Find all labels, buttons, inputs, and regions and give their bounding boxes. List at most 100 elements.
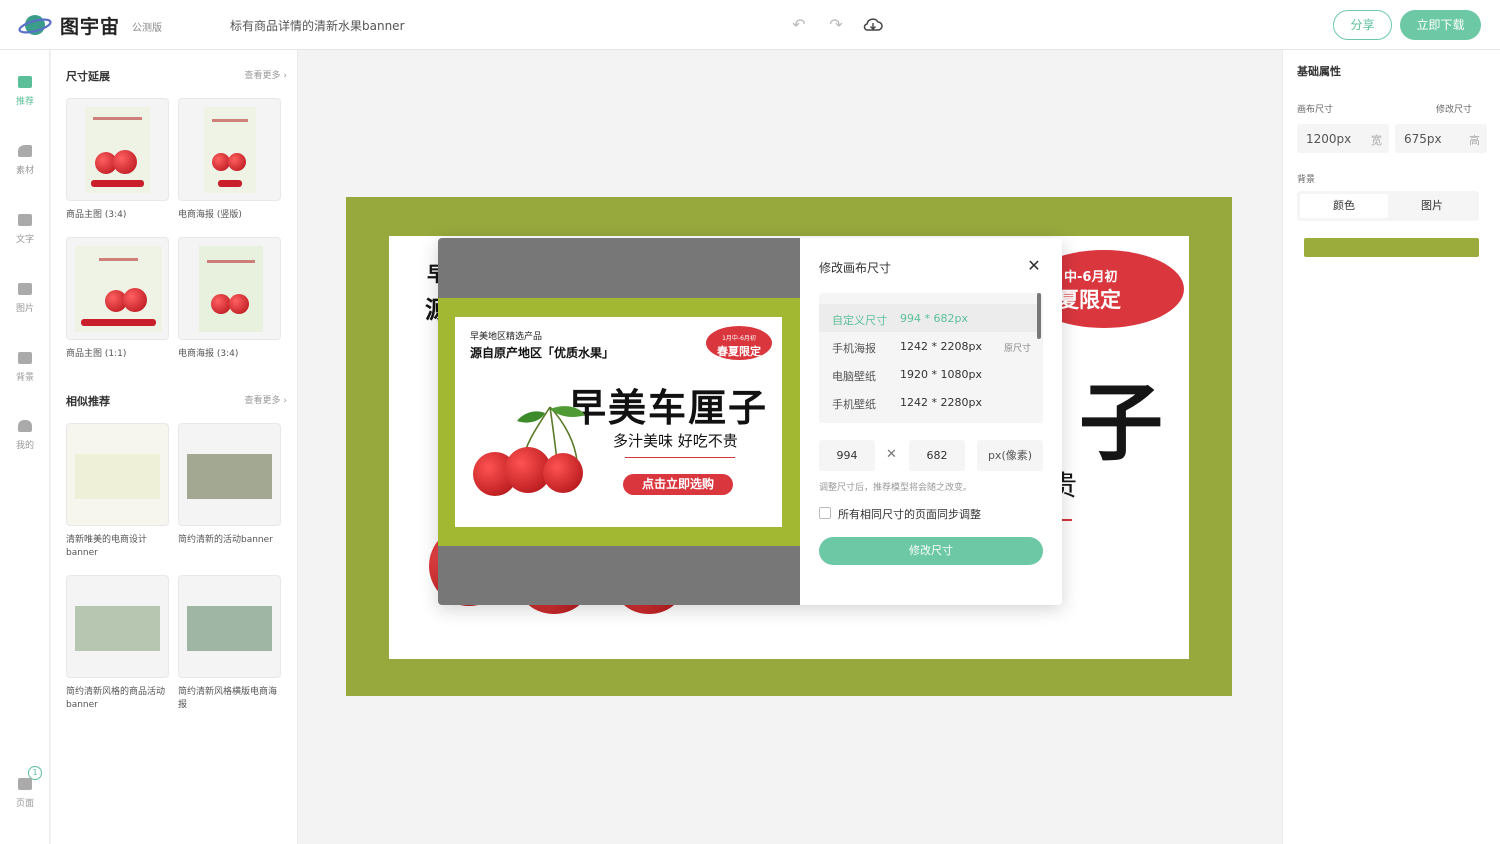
canvas-height-field[interactable]: 675px 高 (1395, 124, 1487, 153)
download-button[interactable]: 立即下载 (1400, 10, 1481, 40)
unit-select[interactable]: px(像素) (977, 440, 1043, 471)
more-link-label: 查看更多 (244, 396, 281, 406)
card-label: 清新唯美的电商设计banner (66, 535, 148, 558)
canvas-badge-line1: 中-6月初 (1064, 270, 1118, 285)
bg-tab-image[interactable]: 图片 (1388, 194, 1476, 218)
banner-preview (187, 454, 272, 499)
preset-name: 手机海报 (832, 342, 876, 355)
size-preset-list: 自定义尺寸 994 * 682px 手机海报 1242 * 2208px 原尺寸… (819, 293, 1043, 423)
rail-item-materials[interactable]: 素材 (0, 145, 50, 176)
recommend-icon (18, 76, 32, 88)
size-extend-more-link[interactable]: 查看更多 › (245, 68, 287, 81)
template-card[interactable]: 商品主图 (1:1) (66, 237, 169, 361)
card-label: 商品主图 (1:1) (66, 349, 127, 359)
template-thumbnail (66, 237, 169, 340)
user-icon (18, 420, 32, 432)
template-card[interactable]: 简约清新的活动banner (178, 423, 281, 547)
share-button[interactable]: 分享 (1333, 10, 1392, 40)
undo-icon[interactable]: ↶ (788, 14, 810, 36)
template-card[interactable]: 电商海报 (竖版) (178, 98, 281, 222)
canvas-width-field[interactable]: 1200px 宽 (1297, 124, 1389, 153)
template-card[interactable]: 简约清新风格的商品活动banner (66, 575, 169, 712)
preview-headline: 早美车厘子 (568, 386, 769, 430)
size-extend-title: 尺寸延展 (66, 70, 110, 83)
rail-item-mine[interactable]: 我的 (0, 420, 50, 451)
canvas-text-fragment: 子 (1079, 374, 1164, 472)
background-type-toggle: 颜色 图片 (1297, 191, 1479, 221)
preset-custom[interactable]: 自定义尺寸 994 * 682px (819, 304, 1037, 332)
rail-label: 图片 (15, 304, 34, 314)
height-input[interactable]: 682 (909, 440, 965, 471)
template-card[interactable]: 电商海报 (3:4) (178, 237, 281, 361)
original-size-tag: 原尺寸 (1003, 344, 1031, 354)
card-label: 简约清新的活动banner (178, 535, 273, 545)
modify-size-button[interactable]: 修改尺寸 (819, 537, 1043, 565)
preset-name: 手机壁纸 (832, 398, 876, 411)
preset-name: 自定义尺寸 (832, 314, 887, 327)
preset-list-scrollbar[interactable] (1037, 293, 1041, 339)
card-label: 电商海报 (3:4) (178, 349, 239, 359)
banner-preview (75, 454, 160, 499)
poster-footer-bar (81, 319, 156, 326)
preset-desktop-wallpaper[interactable]: 电脑壁纸 1920 * 1080px (819, 360, 1037, 388)
redo-icon[interactable]: ↷ (825, 14, 847, 36)
planet-logo-icon[interactable] (18, 11, 52, 39)
poster-title-bar (212, 119, 248, 122)
rail-item-recommend[interactable]: 推荐 (0, 76, 50, 107)
resize-canvas-dialog: 早美地区精选产品 源自原产地区「优质水果」 1月中-6月初 春夏限定 早美车厘子… (438, 238, 1062, 605)
template-card[interactable]: 清新唯美的电商设计banner (66, 423, 169, 560)
rail-label: 我的 (15, 441, 34, 451)
close-icon[interactable]: ✕ (1026, 258, 1042, 274)
rail-item-text[interactable]: 文字 (0, 214, 50, 245)
modify-size-link[interactable]: 修改尺寸 (1436, 102, 1472, 115)
cloud-save-icon[interactable] (862, 14, 884, 36)
preview-banner: 早美地区精选产品 源自原产地区「优质水果」 1月中-6月初 春夏限定 早美车厘子… (455, 317, 782, 527)
preset-size: 1242 * 2208px (900, 340, 982, 353)
image-icon (18, 283, 32, 295)
card-label: 简约清新风格的商品活动banner (66, 687, 166, 710)
bg-tab-color[interactable]: 颜色 (1300, 194, 1388, 218)
cherry-graphic (113, 150, 137, 174)
template-card[interactable]: 简约清新风格横版电商海报 (178, 575, 281, 712)
dialog-title: 修改画布尺寸 (819, 261, 892, 275)
width-unit: 宽 (1371, 134, 1382, 147)
template-card[interactable]: 商品主图 (3:4) (66, 98, 169, 222)
cherry-graphic (228, 153, 246, 171)
card-label: 商品主图 (3:4) (66, 210, 127, 220)
sync-checkbox-label[interactable]: 所有相同尺寸的页面同步调整 (838, 506, 981, 522)
banner-preview (187, 606, 272, 651)
pages-icon (18, 778, 32, 790)
times-icon: ✕ (886, 447, 897, 462)
preset-size: 994 * 682px (900, 312, 968, 325)
props-title: 基础属性 (1297, 65, 1341, 78)
preview-cta-button: 点击立即选购 (623, 474, 733, 495)
template-thumbnail (66, 423, 169, 526)
template-panel: 尺寸延展 查看更多 › 商品主图 (3:4) 电商海报 (竖版) 商品主图 (1… (51, 50, 298, 844)
top-bar: 图宇宙 公测版 标有商品详情的清新水果banner ↶ ↷ 分享 立即下载 (0, 0, 1500, 50)
preset-name: 电脑壁纸 (832, 370, 876, 383)
width-input[interactable]: 994 (819, 440, 875, 471)
properties-panel: 基础属性 画布尺寸 修改尺寸 1200px 宽 675px 高 背景 颜色 图片 (1282, 50, 1500, 844)
poster-title-bar (207, 260, 255, 263)
preview-badge-main: 春夏限定 (717, 345, 761, 358)
preview-line2: 源自原产地区「优质水果」 (470, 346, 615, 360)
cherry-graphic (123, 288, 147, 312)
background-color-swatch[interactable] (1304, 238, 1479, 257)
logo-text[interactable]: 图宇宙 (60, 12, 120, 39)
rail-label: 页面 (15, 799, 34, 809)
preset-phone-wallpaper[interactable]: 手机壁纸 1242 * 2280px (819, 388, 1037, 416)
rail-item-images[interactable]: 图片 (0, 283, 50, 314)
text-icon (18, 214, 32, 226)
preview-season-badge: 1月中-6月初 春夏限定 (706, 326, 772, 360)
rail-item-background[interactable]: 背景 (0, 352, 50, 383)
similar-more-link[interactable]: 查看更多 › (245, 393, 287, 406)
rail-label: 背景 (15, 373, 34, 383)
width-value: 1200px (1306, 132, 1352, 146)
document-title[interactable]: 标有商品详情的清新水果banner (230, 17, 405, 34)
rail-item-pages[interactable]: 页面 (0, 778, 50, 809)
canvas-size-label: 画布尺寸 (1297, 105, 1334, 115)
canvas-badge-line2: 夏限定 (1058, 288, 1121, 312)
poster-preview (75, 246, 162, 332)
preset-phone-poster[interactable]: 手机海报 1242 * 2208px 原尺寸 (819, 332, 1037, 360)
sync-checkbox[interactable] (819, 507, 831, 519)
